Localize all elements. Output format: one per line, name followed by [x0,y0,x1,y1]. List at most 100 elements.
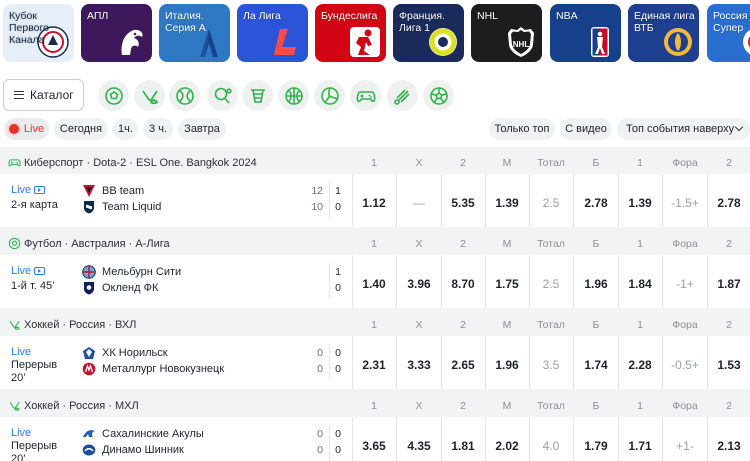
tomorrow-filter-chip[interactable]: Завтра [178,118,226,140]
event-league-title[interactable]: Хоккей · Россия · МХЛ [24,400,139,412]
odds-cell[interactable]: 1.40 [354,277,394,291]
odds-cell[interactable]: 1.75 [487,277,527,291]
odds-cell: +1- [676,439,694,453]
column-divider [618,255,619,308]
odds-cell[interactable]: 1.39 [487,196,527,210]
league-tile[interactable]: Ла Лига [237,4,308,62]
column-divider [441,255,442,308]
event-header: Футбол · Австралия · А-Лига 1 X 2 М Тотал Б 1 Фо… [0,233,750,255]
esports-gamepad-icon[interactable] [350,80,381,111]
menu-icon [14,91,24,99]
column-divider [352,174,353,227]
odds-cell[interactable]: 1.53 [709,358,749,372]
market-column-header: Тотал [537,319,565,331]
team-name[interactable]: Металлург Новокузнецк [82,362,224,376]
basketball-icon[interactable] [278,80,309,111]
odds-cell[interactable]: 1.71 [620,439,660,453]
league-tile[interactable]: Италия. Серия А [159,4,230,62]
odds-cell[interactable]: 1.74 [576,358,616,372]
event-row[interactable]: Live Перерыв 20’ Сахалинские Акулы 0 0 Динамо… [0,417,750,461]
odds-cell[interactable]: 1.96 [487,358,527,372]
odds-cell[interactable]: 2.78 [576,196,616,210]
odds-cell[interactable]: 2.31 [354,358,394,372]
badminton-icon[interactable] [387,80,418,111]
odds-cell[interactable]: 1.84 [620,277,660,291]
column-divider [707,255,708,308]
odds-cell[interactable]: 1.79 [576,439,616,453]
odds-cell[interactable]: 1.87 [709,277,749,291]
odds-cell[interactable]: 2.02 [487,439,527,453]
column-divider [529,255,530,308]
odds-cell[interactable]: 1.96 [576,277,616,291]
market-column-header: 1 [637,400,643,412]
odds-cell[interactable]: 5.35 [443,196,483,210]
live-filter-chip[interactable]: Live [4,118,49,140]
period-score: 0 [317,347,323,359]
basketball-net-icon[interactable] [242,80,273,111]
sort-select[interactable]: Топ события наверху [617,118,750,140]
team-label: Team Liquid [102,201,162,213]
team-name[interactable]: Динамо Шинник [82,443,184,457]
catalog-button[interactable]: Каталог [3,79,84,111]
event-league-title[interactable]: Киберспорт · Dota-2 · ESL One. Bangkok 2… [24,157,257,169]
1h-filter-label: 1ч. [118,123,133,135]
team-label: Динамо Шинник [102,444,184,456]
video-icon[interactable] [34,186,46,194]
odds-cell[interactable]: 2.28 [620,358,660,372]
odds-cell[interactable]: 3.65 [354,439,394,453]
video-icon[interactable] [34,267,46,275]
event-row[interactable]: Live 2-я карта BB team 12 1 Team Liquid 10 0 1.1… [0,174,750,227]
odds-cell[interactable]: 2.13 [709,439,749,453]
volleyball-icon[interactable] [314,80,345,111]
team-name[interactable]: Мельбурн Сити [82,265,181,279]
league-tile[interactable]: NHL NHL [471,4,542,62]
la-liga-logo [270,25,304,59]
3h-filter-chip[interactable]: 3 ч. [143,118,173,140]
league-tile[interactable]: Россия Супер [707,4,750,62]
metallurg-novokuznetsk-logo [82,362,96,376]
market-column-header: X [415,319,423,331]
odds-cell[interactable]: 1.39 [620,196,660,210]
league-tile[interactable]: NBA [550,4,621,62]
with-video-toggle[interactable]: С видео [560,118,612,140]
team-name[interactable]: BB team [82,184,144,198]
odds-cell[interactable]: 1.81 [443,439,483,453]
event-league-title[interactable]: Футбол · Австралия · А-Лига [24,238,170,250]
league-tile[interactable]: Бундеслига [315,4,386,62]
event-row[interactable]: Live 1-й т. 45’ Мельбурн Сити 1 Окленд ФК 0 1.… [0,255,750,308]
1h-filter-chip[interactable]: 1ч. [113,118,138,140]
esports-gamepad-icon [8,156,21,169]
today-filter-chip[interactable]: Сегодня [54,118,108,140]
column-divider [662,174,663,227]
match-period: 2-я карта [11,199,58,211]
only-top-toggle[interactable]: Только топ [489,118,555,140]
odds-cell[interactable]: 1.12 [354,196,394,210]
odds-cell[interactable]: 2.65 [443,358,483,372]
hockey-icon[interactable] [134,80,165,111]
event-row[interactable]: Live Перерыв 20’ ХК Норильск 0 0 Металлург Но… [0,336,750,389]
score-divider [329,182,347,218]
league-tile-label: Италия. Серия А [165,10,206,34]
futsal-icon[interactable] [423,80,454,111]
football-icon[interactable] [98,80,129,111]
team-name[interactable]: ХК Норильск [82,346,168,360]
odds-cell[interactable]: 2.78 [709,196,749,210]
odds-cell[interactable]: 8.70 [443,277,483,291]
league-tile[interactable]: АПЛ [81,4,152,62]
market-column-header: 1 [637,157,643,169]
odds-cell[interactable]: 3.96 [399,277,439,291]
team-name[interactable]: Окленд ФК [82,281,158,295]
odds-cell[interactable]: 3.33 [399,358,439,372]
team-name[interactable]: Team Liquid [82,200,161,214]
market-column-header: Фора [672,400,698,412]
table-tennis-icon[interactable] [207,80,238,111]
event-league-title[interactable]: Хоккей · Россия · ВХЛ [24,319,136,331]
market-column-header: 2 [726,400,732,412]
column-divider [529,174,530,227]
odds-cell[interactable]: 4.35 [399,439,439,453]
team-name[interactable]: Сахалинские Акулы [82,427,204,441]
tennis-icon[interactable] [169,80,200,111]
league-tile[interactable]: Кубок Первого Канала [3,4,74,62]
league-tile[interactable]: Франция. Лига 1 [393,4,464,62]
league-tile[interactable]: Единая лига ВТБ [628,4,699,62]
